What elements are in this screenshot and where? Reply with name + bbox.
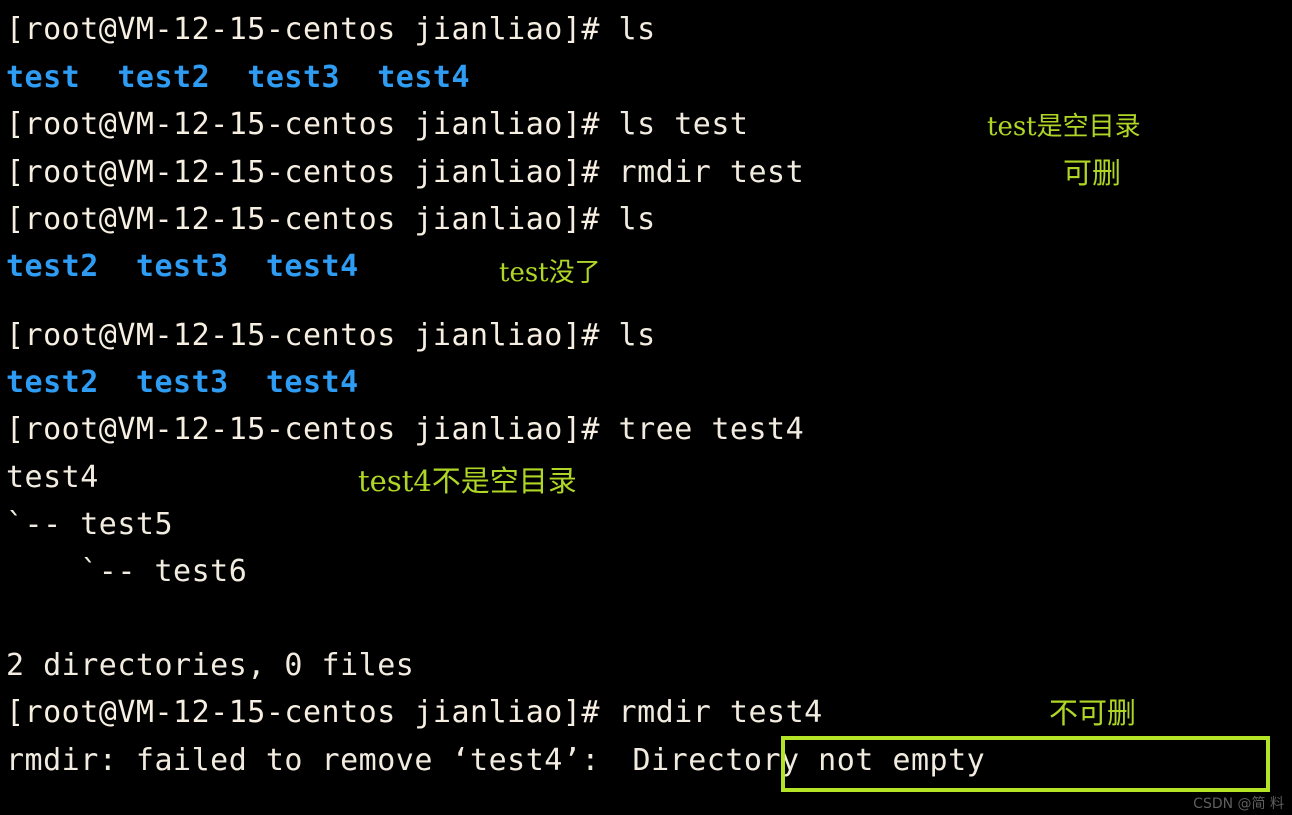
annotation-test4-not-empty: test4不是空目录: [358, 464, 577, 498]
tree-branch: `-- test5: [6, 507, 174, 542]
shell-command: ls test: [618, 107, 749, 142]
shell-prompt: [root@VM-12-15-centos jianliao]#: [6, 695, 619, 730]
annotation-test-empty-dir: test是空目录: [987, 112, 1141, 142]
terminal-line: rmdir: failed to remove ‘test4’: Directo…: [6, 743, 985, 779]
shell-command: rmdir test4: [618, 695, 823, 730]
rmdir-error-reason: Directory not empty: [632, 743, 986, 778]
shell-prompt: [root@VM-12-15-centos jianliao]#: [6, 412, 619, 447]
terminal-line: [root@VM-12-15-centos jianliao]# tree te…: [6, 412, 804, 448]
annotation-can-delete: 可删: [1063, 156, 1122, 190]
terminal-line: test test2 test3 test4: [6, 60, 470, 96]
tree-branch: `-- test6: [6, 554, 248, 589]
terminal-line: [root@VM-12-15-centos jianliao]# rmdir t…: [6, 695, 823, 731]
shell-prompt: [root@VM-12-15-centos jianliao]#: [6, 12, 619, 47]
shell-command: rmdir test: [618, 155, 805, 190]
directory-listing: test test2 test3 test4: [6, 60, 471, 95]
terminal-line: [root@VM-12-15-centos jianliao]# ls: [6, 318, 656, 354]
shell-prompt: [root@VM-12-15-centos jianliao]#: [6, 107, 619, 142]
terminal-line: [root@VM-12-15-centos jianliao]# ls test: [6, 107, 748, 143]
terminal-line: test2 test3 test4: [6, 365, 359, 401]
shell-prompt: [root@VM-12-15-centos jianliao]#: [6, 155, 619, 190]
directory-listing: test2 test3 test4: [6, 249, 359, 284]
shell-prompt: [root@VM-12-15-centos jianliao]#: [6, 202, 619, 237]
terminal-line: test2 test3 test4: [6, 249, 359, 285]
shell-command: tree test4: [618, 412, 805, 447]
rmdir-error-message: rmdir: failed to remove ‘test4’:: [6, 743, 619, 778]
csdn-watermark: CSDN @简 料: [1193, 796, 1284, 812]
shell-command: ls: [618, 318, 656, 353]
annotation-cannot-delete: 不可删: [1049, 696, 1137, 730]
terminal-line: [root@VM-12-15-centos jianliao]# rmdir t…: [6, 155, 804, 191]
shell-prompt: [root@VM-12-15-centos jianliao]#: [6, 318, 619, 353]
tree-summary: 2 directories, 0 files: [6, 648, 415, 683]
shell-command: ls: [618, 202, 656, 237]
shell-command: ls: [618, 12, 656, 47]
terminal-line: [root@VM-12-15-centos jianliao]# ls: [6, 12, 656, 48]
annotation-test-gone: test没了: [499, 258, 601, 288]
terminal-window[interactable]: [root@VM-12-15-centos jianliao]# ls test…: [0, 0, 1292, 815]
tree-root: test4: [6, 460, 99, 495]
directory-listing: test2 test3 test4: [6, 365, 359, 400]
terminal-line: [root@VM-12-15-centos jianliao]# ls: [6, 202, 656, 238]
